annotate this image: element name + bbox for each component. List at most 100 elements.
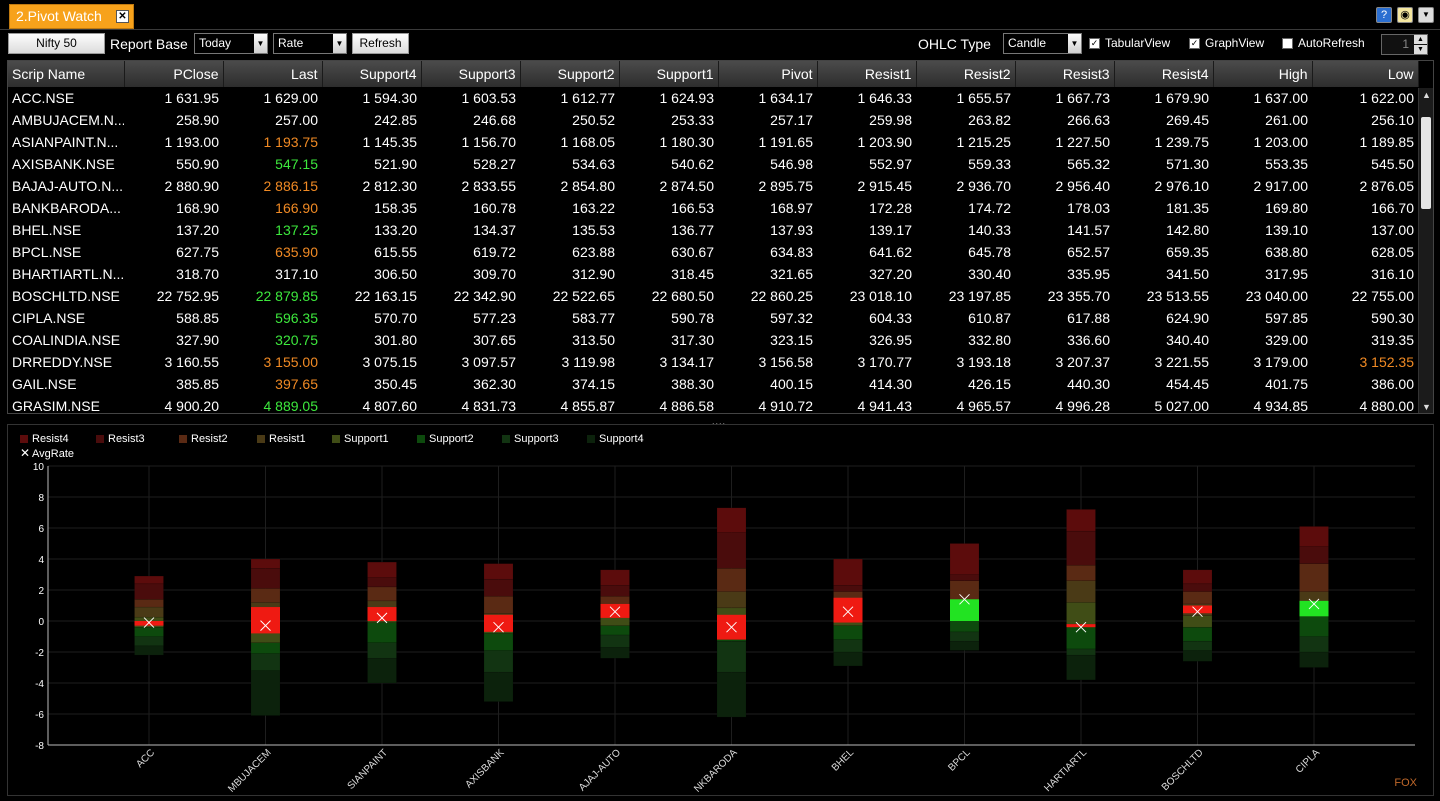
cell-s4: 158.35 (374, 200, 417, 216)
column-header-low[interactable]: Low (1312, 61, 1419, 87)
cell-name: ASIANPAINT.N... (12, 134, 119, 150)
refresh-button[interactable]: Refresh (352, 33, 409, 54)
cell-last: 1 629.00 (263, 90, 319, 106)
band-resist4 (600, 569, 630, 586)
cell-last: 4 889.05 (263, 398, 319, 414)
band-resist2 (367, 586, 397, 602)
band-support4 (483, 671, 514, 702)
cell-r4: 454.45 (1166, 376, 1209, 392)
help-icon[interactable]: ? (1376, 7, 1392, 23)
table-row[interactable]: GRASIM.NSE 4 900.20 4 889.05 4 807.60 4 831.… (8, 395, 1418, 414)
column-header-support4[interactable]: Support4 (322, 61, 422, 87)
ohlc-type-select[interactable]: Candle ▼ (1003, 33, 1082, 54)
pivot-chart: -8 -6 -4 -2 0 2 4 6 8 10 ACC MBUJACEM SIANPAINT AXISB… (7, 424, 1434, 796)
band-resist3 (1299, 546, 1329, 564)
cell-low: 166.70 (1371, 200, 1414, 216)
cell-r2: 174.72 (968, 200, 1011, 216)
legend-swatch (96, 435, 104, 443)
auto-refresh-checkbox[interactable]: AutoRefresh (1282, 34, 1365, 52)
column-header-resist1[interactable]: Resist1 (817, 61, 917, 87)
cell-r2: 23 197.85 (948, 288, 1011, 304)
table-row[interactable]: BOSCHLTD.NSE 22 752.95 22 879.85 22 163.15 2… (8, 285, 1418, 307)
table-row[interactable]: BPCL.NSE 627.75 635.90 615.55 619.72 623.88 63… (8, 241, 1418, 263)
band-support2 (1182, 626, 1213, 642)
cell-r4: 5 027.00 (1154, 398, 1210, 414)
scroll-down-icon[interactable]: ▼ (1419, 400, 1433, 413)
table-row[interactable]: BHEL.NSE 137.20 137.25 133.20 134.37 135.53 13… (8, 219, 1418, 241)
table-row[interactable]: DRREDDY.NSE 3 160.55 3 155.00 3 075.15 3 097… (8, 351, 1418, 373)
cell-s2: 583.77 (572, 310, 615, 326)
table-row[interactable]: AXISBANK.NSE 550.90 547.15 521.90 528.27 534.… (8, 153, 1418, 175)
table-row[interactable]: BAJAJ-AUTO.N... 2 880.90 2 886.15 2 812.30 2… (8, 175, 1418, 197)
band-resist2 (1182, 591, 1213, 605)
dropdown-icon[interactable]: ▼ (1418, 7, 1434, 23)
column-header-pclose[interactable]: PClose (124, 61, 224, 87)
column-header-resist2[interactable]: Resist2 (916, 61, 1016, 87)
table-row[interactable]: COALINDIA.NSE 327.90 320.75 301.80 307.65 313… (8, 329, 1418, 351)
splitter-handle[interactable]: .... (0, 416, 1440, 426)
table-row[interactable]: CIPLA.NSE 588.85 596.35 570.70 577.23 583.77 5… (8, 307, 1418, 329)
graph-view-checkbox[interactable]: ✓ GraphView (1189, 34, 1264, 52)
vertical-scrollbar[interactable]: ▲ ▼ (1418, 88, 1433, 413)
cell-pclose: 22 752.95 (156, 288, 219, 304)
cell-s4: 521.90 (374, 156, 417, 172)
column-header-resist3[interactable]: Resist3 (1015, 61, 1115, 87)
legend-swatch (20, 435, 28, 443)
close-icon[interactable]: ✕ (116, 10, 129, 23)
cell-r3: 23 355.70 (1047, 288, 1110, 304)
cell-high: 1 637.00 (1253, 90, 1309, 106)
candle (251, 607, 280, 634)
band-support4 (250, 670, 281, 716)
column-header-last[interactable]: Last (223, 61, 323, 87)
cell-s4: 306.50 (374, 266, 417, 282)
period-select[interactable]: Today ▼ (194, 33, 268, 54)
checkbox-checked-icon: ✓ (1089, 38, 1100, 49)
x-tick-label: BOSCHLTD (1160, 747, 1206, 793)
chart-svg: -8 -6 -4 -2 0 2 4 6 8 10 ACC MBUJACEM SIANPAINT AXISB… (33, 462, 1415, 795)
column-header-resist4[interactable]: Resist4 (1114, 61, 1214, 87)
legend-swatch (587, 435, 595, 443)
band-support3 (483, 650, 514, 673)
cell-high: 3 179.00 (1253, 354, 1309, 370)
table-row[interactable]: ASIANPAINT.N... 1 193.00 1 193.75 1 145.35 1… (8, 131, 1418, 153)
table-row[interactable]: BHARTIARTL.N... 318.70 317.10 306.50 309.70 3… (8, 263, 1418, 285)
table-row[interactable]: ACC.NSE 1 631.95 1 629.00 1 594.30 1 603.53 1… (8, 87, 1418, 109)
legend-label: Resist2 (191, 433, 228, 445)
table-row[interactable]: GAIL.NSE 385.85 397.65 350.45 362.30 374.15 38… (8, 373, 1418, 395)
legend-item-resist2: Resist2 (179, 432, 228, 446)
cell-last: 596.35 (275, 310, 318, 326)
tabular-view-checkbox[interactable]: ✓ TabularView (1089, 34, 1170, 52)
spin-down-icon[interactable]: ▼ (1414, 45, 1427, 54)
column-header-scrip-name[interactable]: Scrip Name (8, 61, 125, 87)
pivot-table: Scrip Name PClose Last Support4 Support3 Supp… (7, 60, 1434, 414)
column-header-support2[interactable]: Support2 (520, 61, 620, 87)
tab-title: 2.Pivot Watch (16, 8, 102, 24)
scroll-up-icon[interactable]: ▲ (1419, 88, 1433, 102)
mode-select[interactable]: Rate ▼ (273, 33, 347, 54)
cell-r4: 659.35 (1166, 244, 1209, 260)
index-selector-button[interactable]: Nifty 50 (8, 33, 105, 54)
cell-r2: 610.87 (968, 310, 1011, 326)
mode-select-value: Rate (278, 36, 304, 50)
spin-up-icon[interactable]: ▲ (1414, 35, 1427, 44)
bulb-icon[interactable]: ◉ (1397, 7, 1413, 23)
column-header-support3[interactable]: Support3 (421, 61, 521, 87)
band-support4 (367, 657, 397, 684)
cell-r1: 641.62 (869, 244, 912, 260)
column-header-pivot[interactable]: Pivot (718, 61, 818, 87)
band-resist3 (716, 532, 747, 569)
band-resist3 (134, 583, 164, 600)
x-tick-label: SIANPAINT (346, 747, 391, 792)
cell-name: BAJAJ-AUTO.N... (12, 178, 123, 194)
tab-pivot-watch[interactable]: 2.Pivot Watch ✕ (9, 4, 134, 29)
scrollbar-thumb[interactable] (1421, 117, 1431, 209)
band-resist3 (833, 585, 863, 592)
column-header-high[interactable]: High (1213, 61, 1313, 87)
column-header-support1[interactable]: Support1 (619, 61, 719, 87)
cell-r3: 178.03 (1067, 200, 1110, 216)
table-row[interactable]: AMBUJACEM.N... 258.90 257.00 242.85 246.68 25… (8, 109, 1418, 131)
table-row[interactable]: BANKBARODA... 168.90 166.90 158.35 160.78 163… (8, 197, 1418, 219)
refresh-interval-spinner[interactable]: 1 ▲ ▼ (1381, 34, 1428, 55)
legend-swatch (332, 435, 340, 443)
cell-high: 2 917.00 (1253, 178, 1309, 194)
